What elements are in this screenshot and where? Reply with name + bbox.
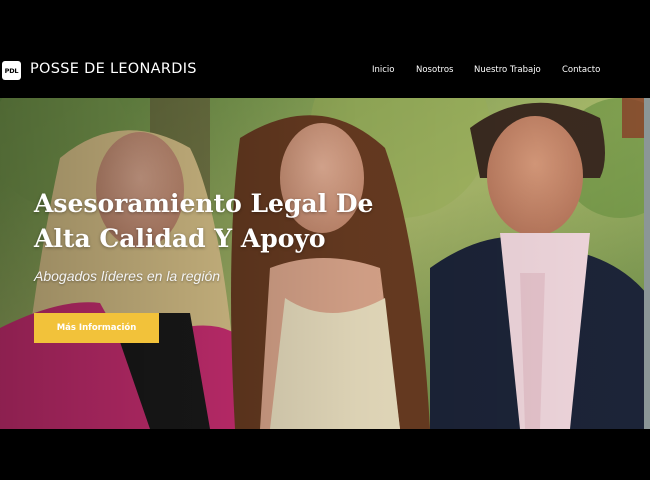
top-black-band (0, 0, 650, 46)
hero-title-line-1: Asesoramiento Legal De (34, 189, 374, 218)
nav-contacto[interactable]: Contacto (562, 65, 600, 75)
scroll-rail (644, 98, 650, 429)
logo-badge[interactable]: PDL (2, 61, 21, 80)
bottom-black-band (0, 429, 650, 480)
hero-photo (0, 98, 650, 429)
nav-nosotros[interactable]: Nosotros (416, 65, 453, 75)
nav-nuestro-trabajo[interactable]: Nuestro Trabajo (474, 65, 541, 75)
hero-section (0, 98, 650, 429)
hero-title-line-2: Alta Calidad Y Apoyo (34, 224, 326, 253)
site-header: PDL POSSE DE LEONARDIS Inicio Nosotros N… (0, 46, 650, 98)
nav-inicio[interactable]: Inicio (372, 65, 395, 75)
more-info-button[interactable]: Más Información (34, 313, 159, 343)
hero-subtitle: Abogados líderes en la región (34, 268, 221, 284)
hero-title: Asesoramiento Legal De Alta Calidad Y Ap… (34, 186, 414, 256)
brand-name[interactable]: POSSE DE LEONARDIS (30, 61, 197, 77)
